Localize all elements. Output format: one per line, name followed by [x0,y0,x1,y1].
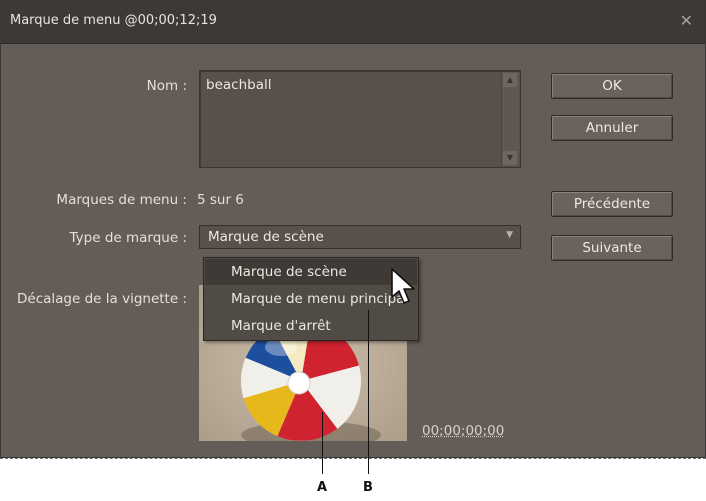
previous-button[interactable]: Précédente [551,191,673,217]
crop-edge-divider [0,458,706,459]
menu-markers-count: 5 sur 6 [197,192,244,208]
dropdown-item-stop-marker[interactable]: Marque d'arrêt [205,313,417,339]
cancel-button[interactable]: Annuler [551,115,673,141]
thumbnail-offset-label: Décalage de la vignette : [17,291,187,307]
marker-dialog: Marque de menu @00;00;12;19 ✕ Nom : beac… [0,0,706,458]
callout-line-b-lower [368,458,369,474]
name-value: beachball [206,77,272,93]
dialog-title: Marque de menu @00;00;12;19 [10,13,217,28]
callout-label-a: A [317,480,328,495]
marker-type-label: Type de marque : [69,230,187,246]
scroll-up-icon[interactable]: ▲ [503,73,517,87]
callout-line-a [322,412,323,458]
dropdown-item-main-menu-marker[interactable]: Marque de menu principal [205,286,417,312]
name-label: Nom : [146,78,187,94]
menu-markers-label: Marques de menu : [56,192,187,208]
callout-line-b [368,310,369,458]
dropdown-item-scene-marker[interactable]: Marque de scène [205,259,417,285]
marker-type-value: Marque de scène [208,229,324,245]
name-textarea[interactable]: beachball ▲ ▼ [199,70,521,168]
callout-line-a-lower [322,458,323,474]
name-scrollbar[interactable]: ▲ ▼ [501,72,519,166]
marker-type-select[interactable]: Marque de scène ▼ [199,225,521,249]
marker-type-dropdown: Marque de scène Marque de menu principal… [203,257,419,341]
next-button[interactable]: Suivante [551,235,673,261]
dialog-titlebar[interactable]: Marque de menu @00;00;12;19 ✕ [1,1,705,44]
scroll-down-icon[interactable]: ▼ [503,151,517,165]
close-icon[interactable]: ✕ [680,11,693,30]
callout-label-b: B [363,480,373,495]
chevron-down-icon[interactable]: ▼ [506,230,513,240]
thumbnail-timecode[interactable]: 00;00;00;00 [422,423,504,439]
ok-button[interactable]: OK [551,73,673,99]
mouse-pointer-icon [391,268,415,304]
